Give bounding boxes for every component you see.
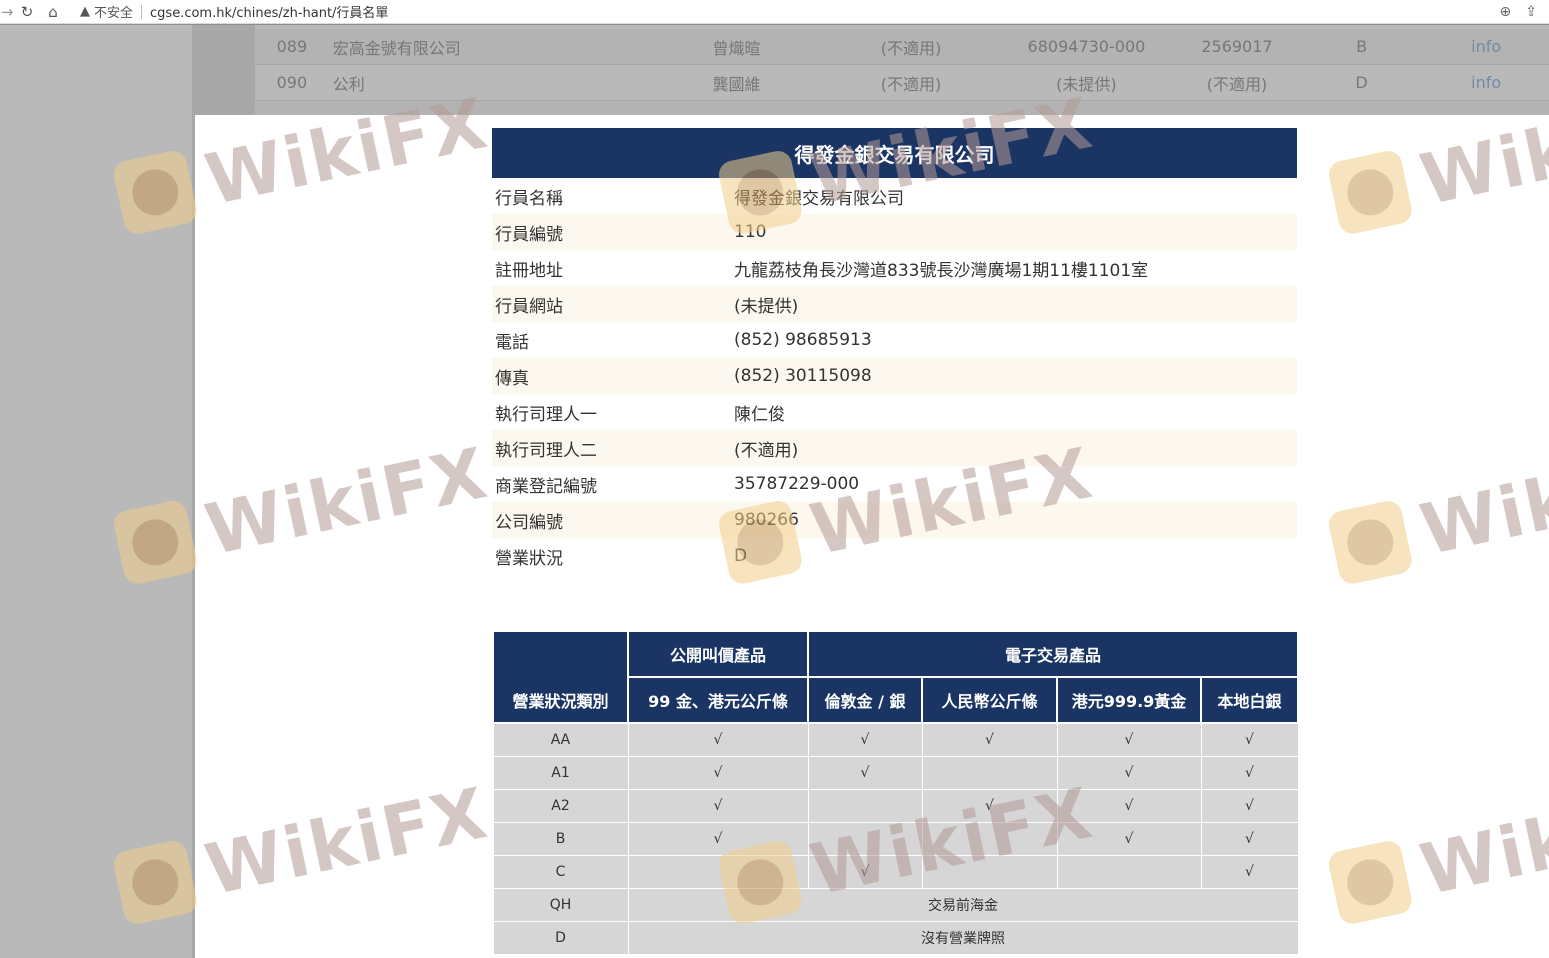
warning-icon: ▲ [80,4,90,19]
column-header: 港元999.9黃金 [1056,676,1202,724]
security-indicator[interactable]: ▲ 不安全 [80,2,133,21]
back-arrow-icon[interactable]: → [0,0,14,24]
list-item: 商業登記編號 35787229-000 [495,474,860,497]
electronic-products-header: 電子交易產品 [806,630,1300,678]
list-item: 行員名稱 得發金銀交易有限公司 [495,188,904,209]
list-item: 電話 (852) 98685913 [495,330,872,353]
zoom-icon[interactable]: ⊕ [1500,4,1512,20]
security-label: 不安全 [94,6,134,21]
business-status-table: 營業狀況類別 公開叫價產品 電子交易產品 99 金、港元公斤條 倫敦金 / 銀 … [492,630,1300,955]
table-row: QH 交易前海金 [492,887,1299,922]
list-item: 行員編號 110 [492,214,1297,250]
list-item: 執行司理人二 (不適用) [492,430,1297,466]
table-row: 089 宏高金號有限公司 曾熾暄 (不適用) 68094730-000 2569… [255,29,1549,65]
table-row: AA √ √ √ √ √ [492,722,1299,757]
member-field-list: 行員名稱 得發金銀交易有限公司 行員編號 110 註冊地址 九龍荔枝角長沙灣道833號… [492,178,1297,574]
table-row: B √ √ √ [492,821,1299,856]
list-item: 營業狀況 D [495,546,748,569]
table-row: 090 公利 龔國維 (不適用) (未提供) (不適用) D info [255,65,1549,101]
info-link[interactable]: info [1423,73,1549,92]
share-icon[interactable]: ⇪ [1525,4,1537,20]
list-item: 公司編號 980266 [492,502,1297,538]
info-link[interactable]: info [1423,37,1549,56]
reload-icon[interactable]: ↻ [14,0,40,24]
url-text[interactable]: cgse.com.hk/chines/zh-hant/行員名單 [150,2,388,21]
column-header: 人民幣公斤條 [921,676,1058,724]
list-item: 行員網站 (未提供) [492,286,1297,322]
column-header: 本地白銀 [1199,676,1300,724]
table-row: A2 √ √ √ √ [492,788,1299,823]
member-detail-modal: 得發金銀交易有限公司 行員名稱 得發金銀交易有限公司 行員編號 110 註冊地址 九龍… [195,115,1549,958]
list-item: 執行司理人一 陳仁俊 [495,404,785,425]
column-header: 倫敦金 / 銀 [807,676,923,724]
home-icon[interactable]: ⌂ [40,0,66,24]
status-category-header: 營業狀況類別 [492,630,629,724]
member-title: 得發金銀交易有限公司 [492,128,1297,178]
address-separator [141,4,143,19]
table-row: A1 √ √ √ √ [492,755,1299,790]
table-row: D 沒有營業牌照 [492,920,1299,955]
column-header: 99 金、港元公斤條 [627,676,809,724]
member-info-card: 得發金銀交易有限公司 行員名稱 得發金銀交易有限公司 行員編號 110 註冊地址 九龍… [492,128,1297,574]
table-row: C √ √ [492,854,1299,889]
public-products-header: 公開叫價產品 [627,630,809,678]
list-item: 傳真 (852) 30115098 [492,358,1297,394]
list-item: 註冊地址 九龍荔枝角長沙灣道833號長沙灣廣場1期11樓1101室 [495,260,1149,281]
browser-address-bar: → ↻ ⌂ ▲ 不安全 cgse.com.hk/chines/zh-hant/行… [0,0,1549,24]
